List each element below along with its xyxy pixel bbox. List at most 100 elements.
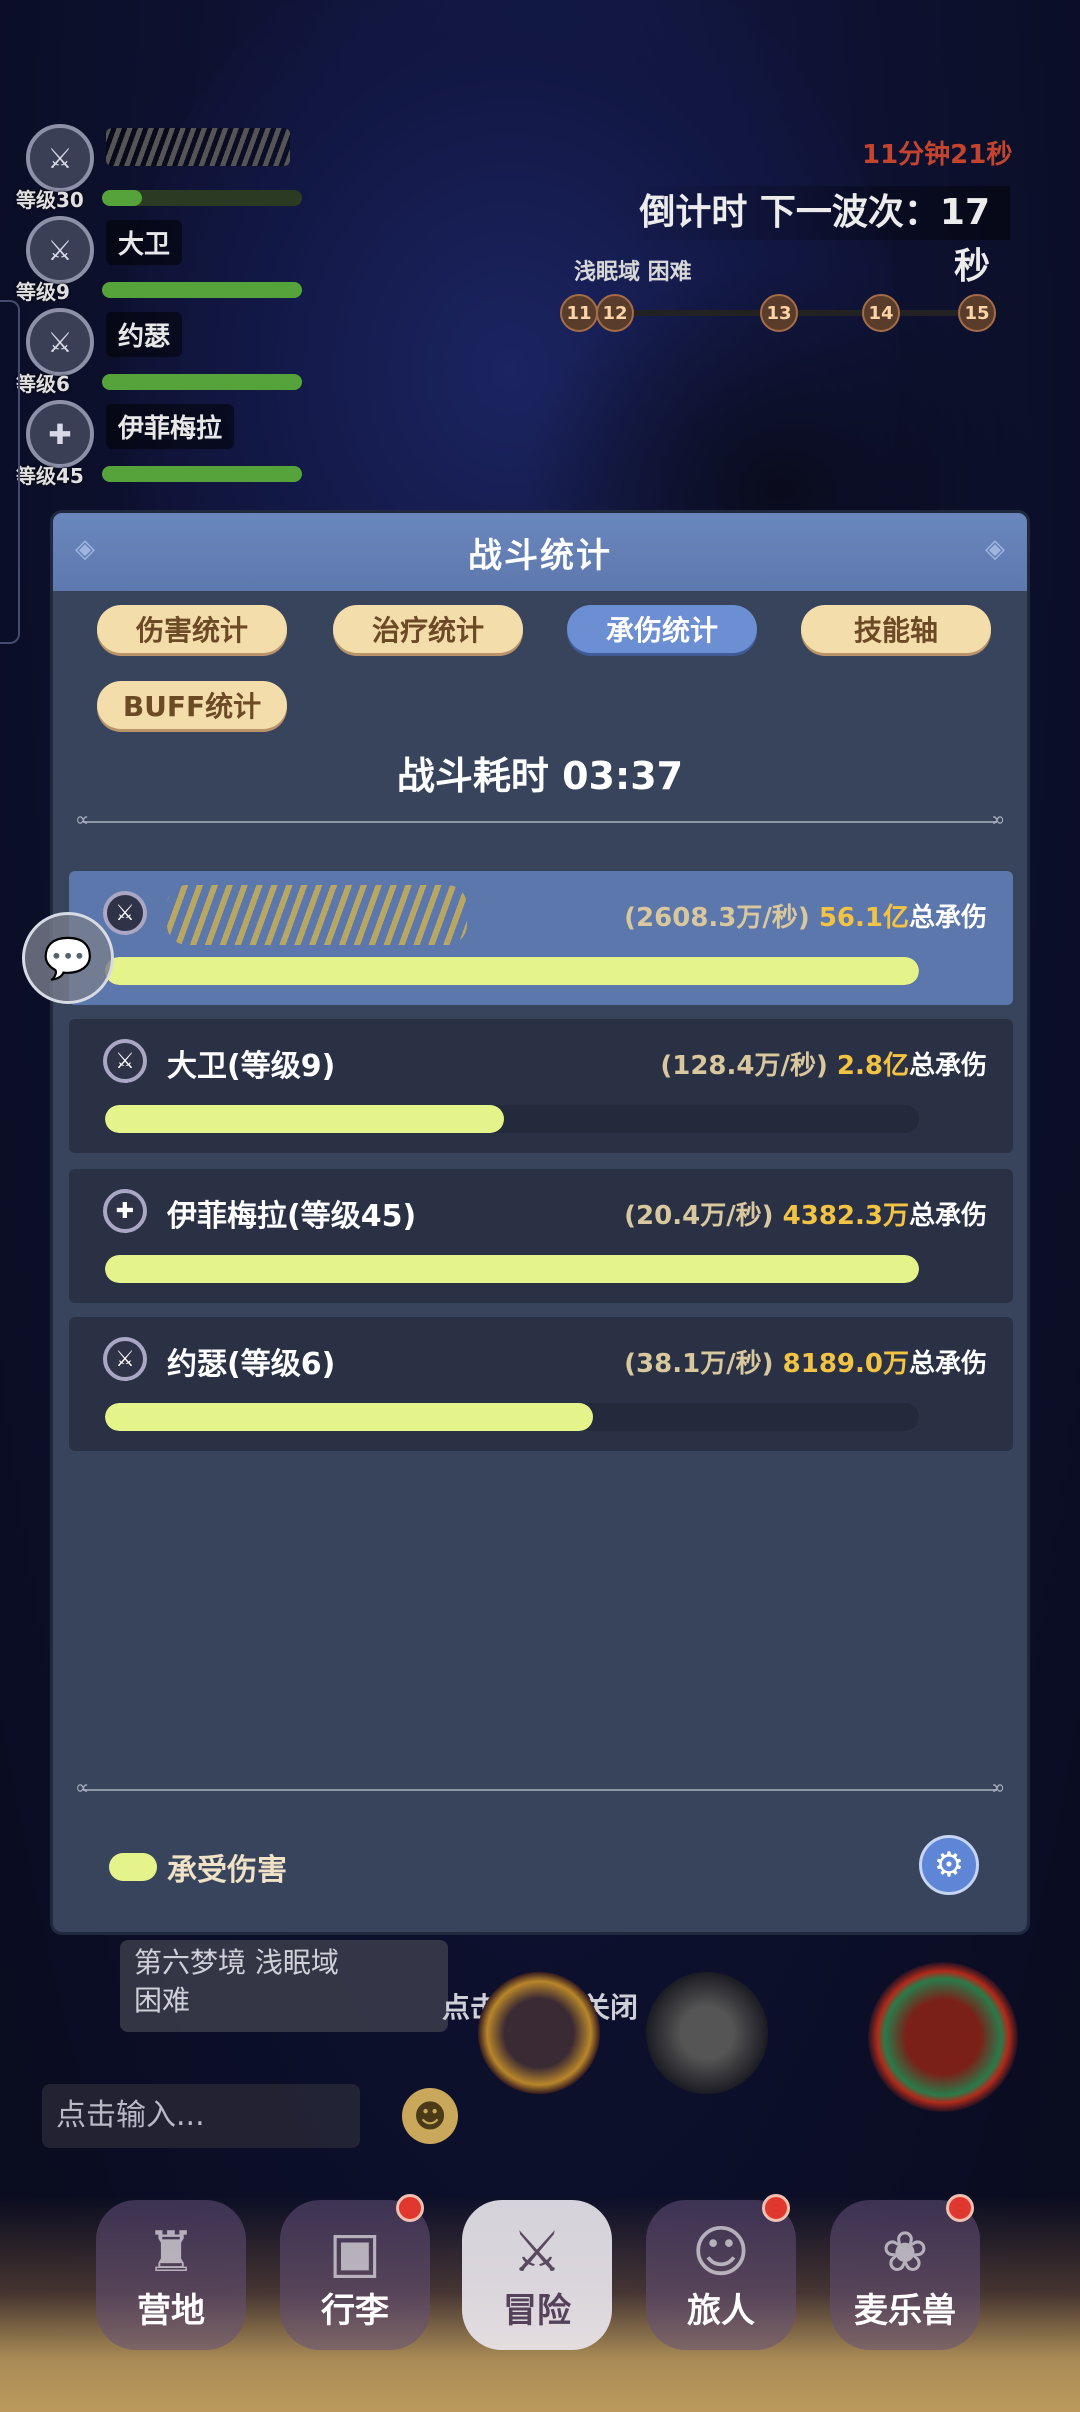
hero-name: 大卫(等级9) [167, 1049, 336, 1084]
member-level: 等级6 [16, 372, 70, 396]
damage-rate: (38.1万/秒) [624, 1349, 774, 1379]
sword-icon: ⚔ [26, 124, 94, 192]
tab-skill-timeline[interactable]: 技能轴 [801, 605, 991, 653]
tab-healing-stats[interactable]: 治疗统计 [333, 605, 523, 653]
wave-countdown: 倒计时 下一波次：17秒 [618, 186, 1010, 287]
damage-rate: (20.4万/秒) [624, 1201, 774, 1231]
damage-rate: (2608.3万/秒) [624, 903, 810, 933]
zone-label: 浅眠域 困难 [574, 260, 692, 285]
damage-rate: (128.4万/秒) [660, 1051, 828, 1081]
sword-icon: ⚔ [26, 216, 94, 284]
wave-marker: 15 [958, 294, 996, 332]
corner-diamond-icon: ◈ [75, 534, 95, 564]
damage-total-label: 总承伤 [908, 903, 987, 933]
damage-taken-stat: (128.4万/秒) 2.8亿总承伤 [660, 1045, 987, 1082]
member-hp-bar [102, 466, 302, 482]
wave-marker: 11 [560, 294, 598, 332]
member-hp-bar [102, 374, 302, 390]
damage-taken-stat: (38.1万/秒) 8189.0万总承伤 [624, 1343, 987, 1380]
damage-taken-bar [105, 957, 919, 985]
hero-avatar-icon: ⚔ [103, 1337, 147, 1381]
hero-avatar-icon: ✚ [103, 1189, 147, 1233]
party-member[interactable]: ⚔ 约瑟等级6 [14, 304, 314, 396]
damage-total: 4382.3万 [782, 1201, 909, 1231]
settings-gear-icon[interactable]: ⚙ [919, 1835, 979, 1895]
legend-swatch [109, 1853, 157, 1881]
damage-total: 8189.0万 [782, 1349, 909, 1379]
party-list: ⚔ 等级30 ⚔ 大卫 等级9 ⚔ 约瑟 等级6 ✚ 伊菲梅拉 等级45 [14, 120, 314, 488]
skill-slot-3[interactable] [868, 1962, 1018, 2112]
redacted-name [167, 885, 467, 945]
notification-badge [946, 2194, 974, 2222]
nav-camp[interactable]: ♜ 营地 [96, 2200, 246, 2350]
chat-bubble-icon[interactable]: 💬 [22, 912, 114, 1004]
damage-taken-bar [105, 1403, 919, 1431]
hero-name: 约瑟(等级6) [167, 1347, 336, 1382]
party-member[interactable]: ⚔ 等级30 [14, 120, 314, 212]
member-name: 约瑟 [106, 312, 183, 357]
emoji-icon[interactable]: ☻ [402, 2088, 458, 2144]
chat-input[interactable]: 点击输入... [42, 2084, 360, 2148]
member-name: 伊菲梅拉 [106, 404, 235, 449]
wave-marker: 13 [760, 294, 798, 332]
hero-name: 伊菲梅拉(等级45) [167, 1199, 417, 1234]
member-name-redacted [106, 128, 290, 166]
damage-total: 56.1亿 [818, 903, 909, 933]
pet-icon: ❀ [881, 2220, 929, 2285]
wave-marker: 12 [596, 294, 634, 332]
wave-marker: 14 [862, 294, 900, 332]
damage-taken-fill [105, 1105, 504, 1133]
nav-pet[interactable]: ❀ 麦乐兽 [830, 2194, 980, 2350]
wave-progress: 11 12 13 14 15 [560, 292, 1000, 332]
crossed-swords-icon: ⚔ [511, 2220, 563, 2285]
battle-duration: 战斗耗时 03:37 [396, 754, 684, 798]
divider-top [75, 807, 997, 831]
hero-avatar-icon: ⚔ [103, 891, 147, 935]
stat-row[interactable]: ⚔ 约瑟(等级6) (38.1万/秒) 8189.0万总承伤 [69, 1317, 1013, 1451]
stat-row[interactable]: ⚔ 大卫(等级9) (128.4万/秒) 2.8亿总承伤 [69, 1019, 1013, 1153]
tab-damage-stats[interactable]: 伤害统计 [97, 605, 287, 653]
member-hp-bar [102, 282, 302, 298]
party-member[interactable]: ✚ 伊菲梅拉 等级45 [14, 396, 314, 488]
damage-taken-stat: (20.4万/秒) 4382.3万总承伤 [624, 1195, 987, 1232]
damage-total-label: 总承伤 [908, 1201, 987, 1231]
member-hp-bar [102, 190, 302, 206]
skill-slot-1[interactable] [478, 1972, 600, 2094]
divider-bottom [75, 1775, 997, 1799]
traveler-icon: ☺ [691, 2220, 751, 2285]
stat-row[interactable]: ✚ 伊菲梅拉(等级45) (20.4万/秒) 4382.3万总承伤 [69, 1169, 1013, 1303]
chest-icon: ▣ [328, 2220, 382, 2285]
tab-damage-taken-stats[interactable]: 承伤统计 [567, 605, 757, 653]
damage-taken-bar [105, 1105, 919, 1133]
party-member[interactable]: ⚔ 大卫等级9 [14, 212, 314, 304]
nav-traveler[interactable]: ☺ 旅人 [646, 2194, 796, 2350]
damage-taken-fill [105, 957, 919, 985]
nav-adventure[interactable]: ⚔ 冒险 [462, 2200, 612, 2350]
damage-total: 2.8亿 [836, 1051, 909, 1081]
member-level: 等级9 [16, 280, 70, 304]
damage-taken-stat: (2608.3万/秒) 56.1亿总承伤 [624, 897, 987, 934]
notification-badge [396, 2194, 424, 2222]
sword-icon: ⚔ [26, 308, 94, 376]
dialog-title: 战斗统计 [468, 535, 612, 576]
elapsed-timer: 11分钟21秒 [862, 140, 1013, 170]
skill-slot-2[interactable] [646, 1972, 768, 2094]
nav-luggage[interactable]: ▣ 行李 [280, 2194, 430, 2350]
corner-diamond-icon: ◈ [985, 534, 1005, 564]
hero-avatar-icon: ⚔ [103, 1039, 147, 1083]
cross-icon: ✚ [26, 400, 94, 468]
tab-buff-stats[interactable]: BUFF统计 [97, 681, 287, 729]
stat-row[interactable]: ⚔ (2608.3万/秒) 56.1亿总承伤 [69, 871, 1013, 1005]
damage-total-label: 总承伤 [908, 1051, 987, 1081]
member-name: 大卫 [106, 220, 183, 265]
damage-taken-fill [105, 1255, 919, 1283]
battle-stats-dialog: ◈ 战斗统计 ◈ 伤害统计 治疗统计 承伤统计 技能轴 BUFF统计 战斗耗时 … [50, 510, 1030, 1935]
notification-badge [762, 2194, 790, 2222]
side-panel-edge[interactable] [0, 300, 20, 644]
castle-icon: ♜ [145, 2220, 197, 2285]
damage-taken-fill [105, 1403, 594, 1431]
damage-total-label: 总承伤 [908, 1349, 987, 1379]
member-level: 等级45 [16, 464, 84, 488]
legend-label: 承受伤害 [167, 1853, 287, 1888]
member-level: 等级30 [16, 188, 84, 212]
